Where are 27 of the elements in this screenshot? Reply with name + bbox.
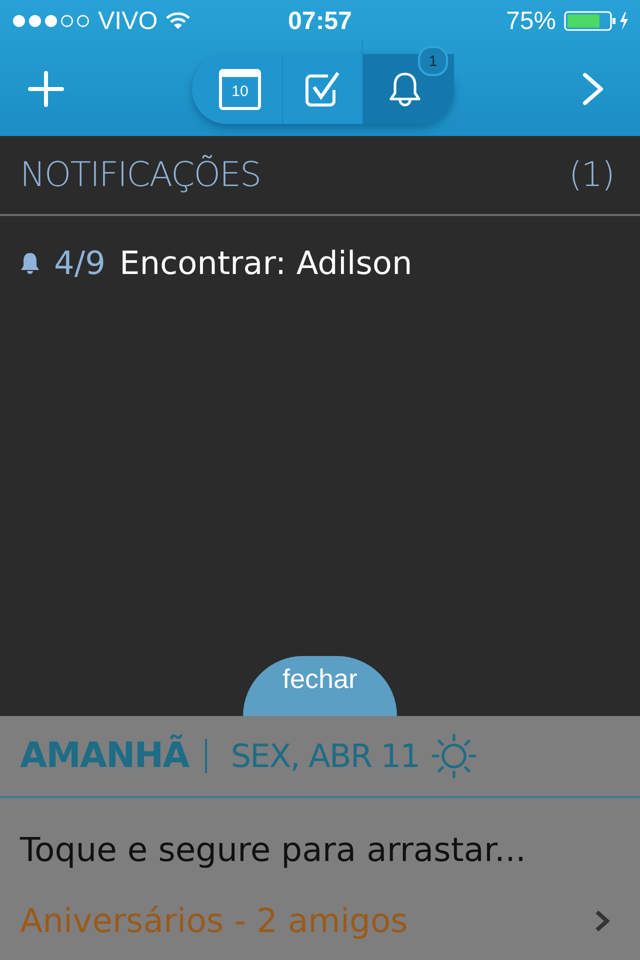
- day-title: AMANHÃ: [20, 736, 189, 776]
- plus-icon: [28, 71, 64, 107]
- chevron-right-icon: [594, 908, 610, 932]
- calendar-icon: 10: [219, 68, 261, 110]
- chevron-right-icon: [582, 72, 604, 106]
- next-button[interactable]: [582, 72, 604, 106]
- close-button[interactable]: fechar: [243, 656, 397, 716]
- calendar-tab[interactable]: 10: [192, 54, 282, 124]
- day-date: SEX, ABR 11: [230, 737, 420, 775]
- notification-badge: 1: [418, 46, 448, 76]
- status-time: 07:57: [288, 6, 352, 36]
- signal-icon: [12, 13, 90, 29]
- battery-charging-icon: [564, 11, 630, 31]
- add-button[interactable]: [28, 71, 64, 107]
- bell-icon: [388, 70, 422, 106]
- notification-count: (1): [568, 155, 614, 195]
- battery-percent: 75%: [506, 6, 556, 36]
- sun-icon: [431, 733, 478, 779]
- notification-date: 4/9: [54, 244, 106, 282]
- bell-icon: [20, 252, 40, 274]
- section-title: NOTIFICAÇÕES: [20, 155, 261, 195]
- notification-text[interactable]: Encontrar: Adilson: [120, 244, 412, 282]
- notifications-tab[interactable]: 1: [362, 40, 454, 124]
- drag-hint: Toque e segure para arrastar...: [18, 829, 527, 871]
- carrier-name: VIVO: [98, 6, 158, 36]
- wifi-icon: [166, 12, 190, 30]
- checkbox-icon: [304, 70, 342, 108]
